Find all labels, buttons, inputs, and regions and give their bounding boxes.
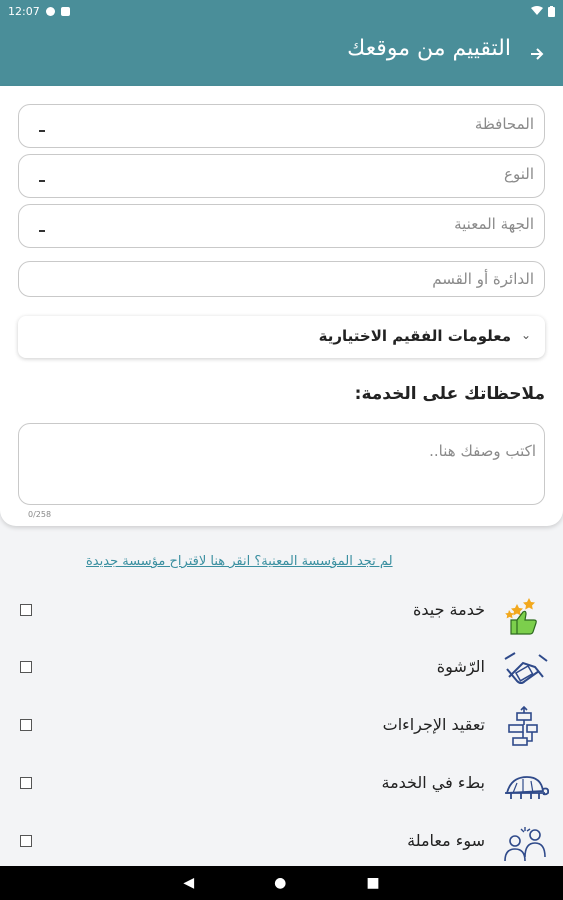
dropdown-indicator-icon <box>39 180 45 182</box>
type-placeholder: النوع <box>504 165 534 183</box>
rating-row-mistreatment[interactable]: سوء معاملة <box>0 821 563 867</box>
form-card: المحافظة النوع الجهة المعنية الدائرة أو … <box>0 86 563 526</box>
rating-label: الرّشوة <box>436 657 485 676</box>
agency-placeholder: الجهة المعنية <box>454 215 534 233</box>
rating-row-good-service[interactable]: خدمة جيدة <box>0 590 563 636</box>
flowchart-icon <box>508 705 538 746</box>
notes-textarea[interactable]: اكتب وصفك هنا.. <box>18 423 545 505</box>
dropdown-indicator-icon <box>39 130 45 132</box>
checkbox[interactable] <box>20 835 32 847</box>
rating-label: سوء معاملة <box>407 831 485 850</box>
rating-row-slow-service[interactable]: بطء في الخدمة <box>0 763 563 809</box>
governorate-placeholder: المحافظة <box>474 115 534 133</box>
recents-square-icon[interactable]: ■ <box>366 875 379 891</box>
optional-info-toggle[interactable]: ⌄ معلومات الفقيم الاختيارية <box>18 316 545 358</box>
rating-label: بطء في الخدمة <box>381 773 485 792</box>
department-input[interactable]: الدائرة أو القسم <box>18 261 545 297</box>
home-circle-icon[interactable]: ● <box>274 875 286 891</box>
people-dispute-icon <box>504 827 546 862</box>
status-time: 12:07 <box>8 4 40 18</box>
wifi-icon <box>531 6 543 15</box>
notes-placeholder: اكتب وصفك هنا.. <box>429 442 536 460</box>
rating-label: خدمة جيدة <box>412 600 485 619</box>
rating-row-bribery[interactable]: الرّشوة <box>0 647 563 693</box>
rating-row-complex-procedures[interactable]: تعقيد الإجراءات <box>0 705 563 751</box>
suggest-institution-link[interactable]: لم تجد المؤسسة المعنية؟ انقر هنا لاقتراح… <box>86 554 393 569</box>
dropdown-indicator-icon <box>39 230 45 232</box>
agency-select[interactable]: الجهة المعنية <box>18 204 545 248</box>
checkbox[interactable] <box>20 719 32 731</box>
rating-label: تعقيد الإجراءات <box>382 715 485 734</box>
notes-counter: 0/258 <box>28 510 52 519</box>
arrow-forward-icon[interactable] <box>525 42 549 66</box>
thumbs-up-stars-icon <box>505 598 537 635</box>
battery-icon <box>548 5 555 17</box>
chevron-down-icon: ⌄ <box>520 328 531 342</box>
notes-heading: ملاحظاتك على الخدمة: <box>354 384 545 404</box>
page-title: التقييم من موقعك <box>347 36 511 61</box>
checkbox[interactable] <box>20 661 32 673</box>
notification-icon <box>45 6 55 16</box>
handshake-money-icon <box>504 652 548 684</box>
optional-info-label: معلومات الفقيم الاختيارية <box>318 327 511 345</box>
app-bar: التقييم من موقعك <box>0 22 563 86</box>
sim-icon <box>60 6 70 16</box>
type-select[interactable]: النوع <box>18 154 545 198</box>
turtle-icon <box>505 776 549 799</box>
status-bar: 12:07 <box>0 0 563 22</box>
back-triangle-icon[interactable]: ◀ <box>183 875 194 891</box>
governorate-select[interactable]: المحافظة <box>18 104 545 148</box>
checkbox[interactable] <box>20 604 32 616</box>
system-nav-bar: ◀ ● ■ <box>0 866 563 900</box>
checkbox[interactable] <box>20 777 32 789</box>
department-placeholder: الدائرة أو القسم <box>432 270 534 288</box>
